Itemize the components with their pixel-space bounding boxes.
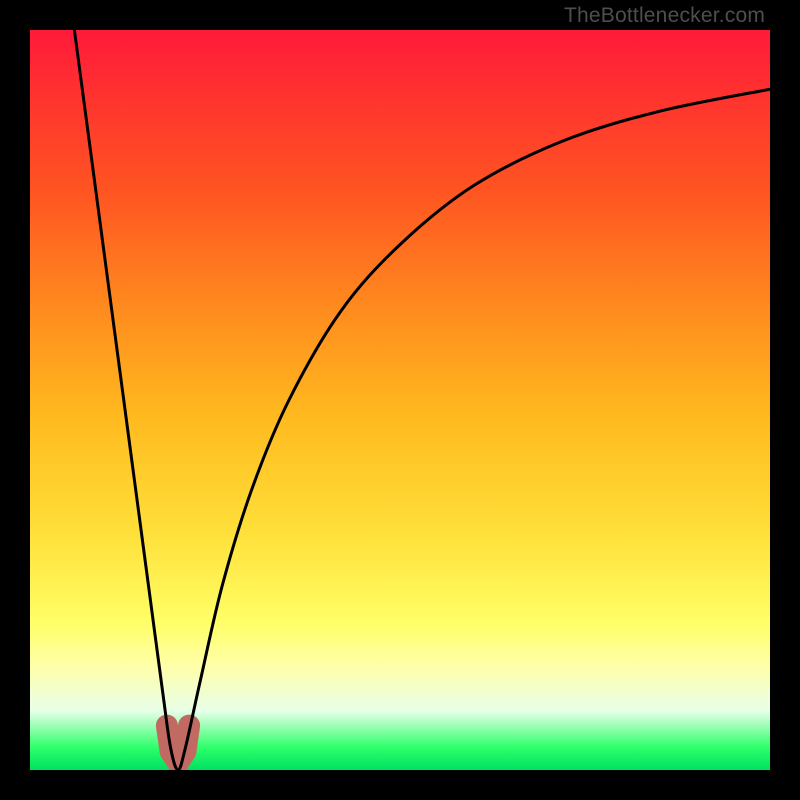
figure-root: TheBottlenecker.com xyxy=(0,0,800,800)
bottleneck-curve xyxy=(74,30,770,770)
plot-area xyxy=(30,30,770,770)
curve-layer xyxy=(30,30,770,770)
attribution-text: TheBottlenecker.com xyxy=(564,4,765,28)
